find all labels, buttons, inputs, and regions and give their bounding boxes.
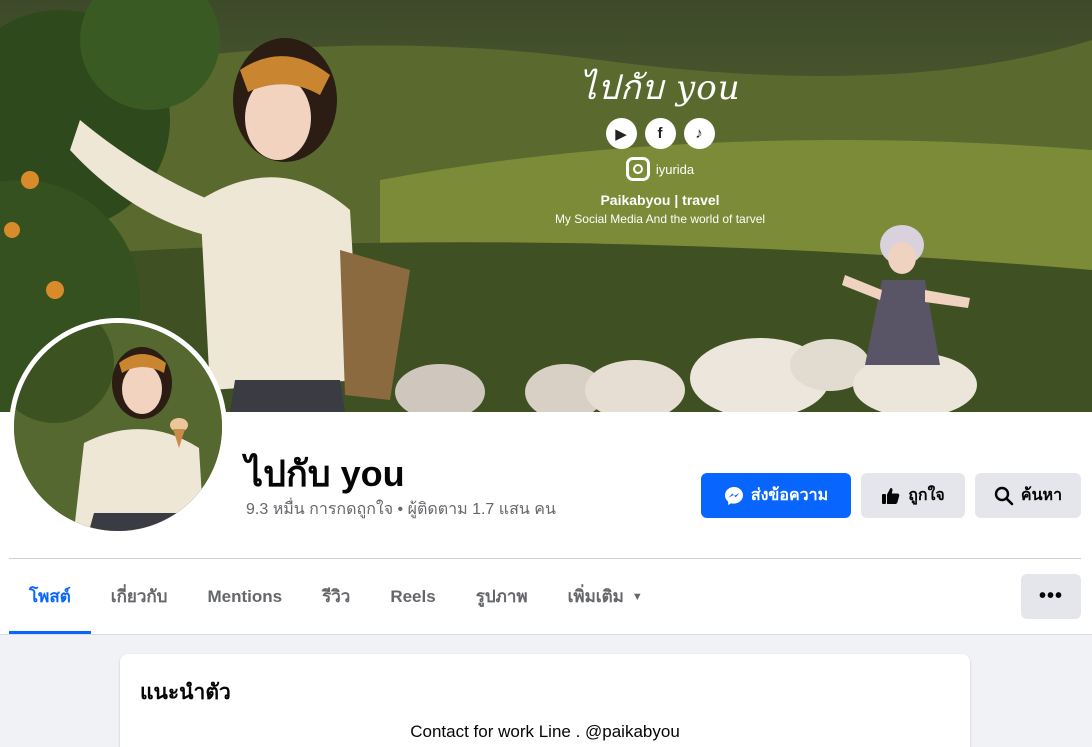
- instagram-icon: [625, 157, 650, 181]
- tab-reels[interactable]: Reels: [370, 559, 455, 634]
- cover-instagram: iyurida: [540, 157, 780, 181]
- cover-social-icons: ▶ f ♪: [540, 118, 780, 149]
- tab-label: เพิ่มเติม: [567, 587, 624, 606]
- thumbs-up-icon: [882, 487, 900, 504]
- intro-card: แนะนำตัว Contact for work Line . @paikab…: [120, 654, 970, 747]
- more-options-icon: •••: [1038, 585, 1063, 607]
- search-button-label: ค้นหา: [1020, 487, 1063, 504]
- profile-tabs: โพสต์ เกี่ยวกับ Mentions รีวิว Reels รูป…: [9, 559, 663, 634]
- tab-label: รีวิว: [322, 587, 351, 606]
- tab-reviews[interactable]: รีวิว: [302, 559, 370, 634]
- tab-label: Mentions: [207, 586, 283, 606]
- tab-mentions[interactable]: Mentions: [187, 559, 302, 634]
- cover-branding: ไปกับ you ▶ f ♪ iyurida Paikabyou | trav…: [540, 70, 780, 226]
- avatar-image: [14, 323, 222, 531]
- message-button-label: ส่งข้อความ: [750, 487, 829, 504]
- page-name: ไปกับ you: [245, 453, 405, 494]
- header-bottom-border: [0, 634, 1092, 635]
- profile-avatar[interactable]: [9, 318, 227, 536]
- youtube-icon: ▶: [605, 118, 637, 149]
- facebook-page: ไปกับ you ▶ f ♪ iyurida Paikabyou | trav…: [0, 0, 1092, 747]
- message-button[interactable]: ส่งข้อความ: [701, 473, 851, 518]
- like-button[interactable]: ถูกใจ: [861, 473, 965, 518]
- tab-label: เกี่ยวกับ: [110, 587, 168, 606]
- tab-label: Reels: [390, 586, 436, 606]
- caret-down-icon: ▼: [631, 590, 643, 603]
- avatar-photo: [14, 323, 222, 531]
- tab-photos[interactable]: รูปภาพ: [456, 559, 548, 634]
- intro-title: แนะนำตัว: [140, 681, 231, 704]
- intro-bio: Contact for work Line . @paikabyou: [410, 722, 680, 741]
- tab-posts[interactable]: โพสต์: [9, 559, 91, 634]
- search-button[interactable]: ค้นหา: [975, 473, 1081, 518]
- messenger-icon: [724, 486, 743, 505]
- cover-subtitle: My Social Media And the world of tarvel: [554, 212, 766, 226]
- cover-logo-script: ไปกับ you: [579, 68, 741, 108]
- cover-tagline: Paikabyou | travel: [600, 192, 720, 208]
- like-button-label: ถูกใจ: [908, 487, 945, 504]
- instagram-handle: iyurida: [655, 161, 695, 177]
- tab-label: รูปภาพ: [475, 587, 528, 606]
- search-icon: [994, 486, 1014, 505]
- tab-label: โพสต์: [29, 587, 71, 606]
- facebook-icon: f: [644, 118, 676, 149]
- tiktok-icon: ♪: [683, 118, 715, 149]
- page-stats: 9.3 หมื่น การกดถูกใจ • ผู้ติดตาม 1.7 แสน…: [246, 501, 556, 518]
- tab-more[interactable]: เพิ่มเติม ▼: [548, 559, 663, 634]
- tab-about[interactable]: เกี่ยวกับ: [91, 559, 188, 634]
- more-options-button[interactable]: •••: [1021, 574, 1081, 619]
